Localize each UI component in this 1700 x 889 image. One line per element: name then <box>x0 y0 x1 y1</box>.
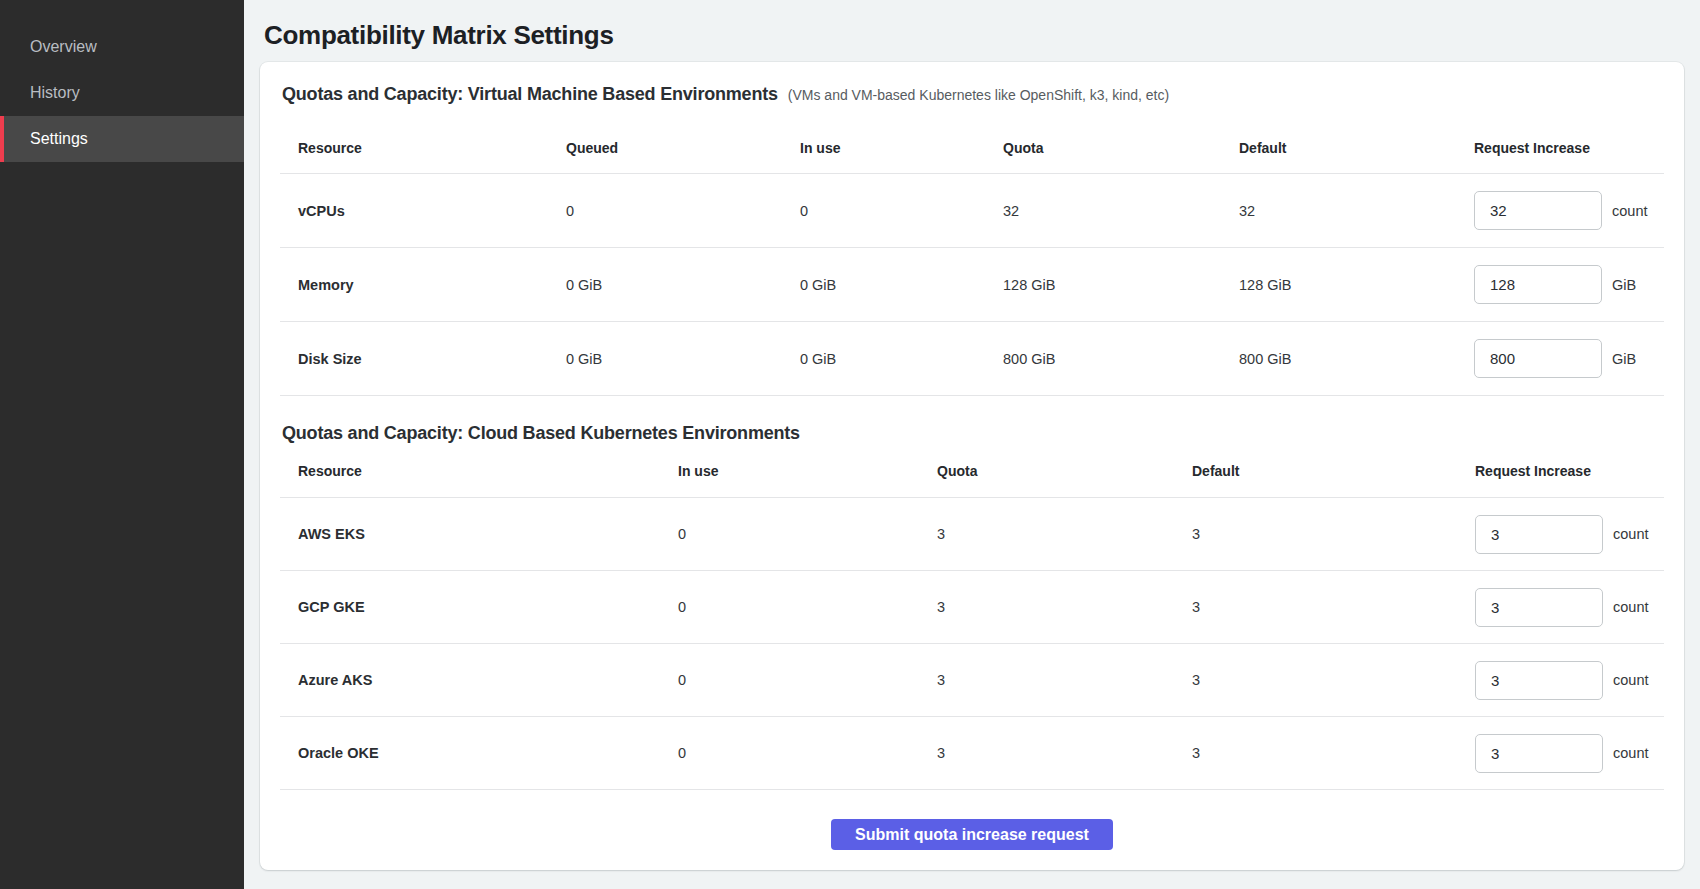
quota-value: 3 <box>937 672 1192 688</box>
cloud-quota-table: Resource In use Quota Default Request In… <box>280 445 1664 790</box>
queued-value: 0 GiB <box>566 277 800 293</box>
in-use-value: 0 <box>678 526 937 542</box>
unit-label: GiB <box>1612 277 1636 293</box>
sidebar-item-label: History <box>30 84 80 102</box>
cloud-table-header-row: Resource In use Quota Default Request In… <box>280 445 1664 498</box>
cloud-section-title: Quotas and Capacity: Cloud Based Kuberne… <box>282 421 800 445</box>
resource-name: Azure AKS <box>280 672 678 688</box>
quota-value: 800 GiB <box>1003 351 1239 367</box>
vm-section-header: Quotas and Capacity: Virtual Machine Bas… <box>282 82 1664 106</box>
column-header-quota: Quota <box>1003 140 1239 156</box>
quota-value: 32 <box>1003 203 1239 219</box>
default-value: 32 <box>1239 203 1474 219</box>
default-value: 128 GiB <box>1239 277 1474 293</box>
request-increase-cell: GiB <box>1474 339 1664 378</box>
default-value: 800 GiB <box>1239 351 1474 367</box>
table-row-aws-eks: AWS EKS 0 3 3 count <box>280 498 1664 571</box>
page-title: Compatibility Matrix Settings <box>264 21 1684 49</box>
column-header-request-increase: Request Increase <box>1474 140 1664 156</box>
request-increase-cell: count <box>1474 191 1664 230</box>
quota-value: 128 GiB <box>1003 277 1239 293</box>
column-header-request-increase: Request Increase <box>1475 463 1664 479</box>
sidebar-item-history[interactable]: History <box>0 70 244 116</box>
unit-label: count <box>1613 745 1648 761</box>
request-increase-cell: count <box>1475 661 1664 700</box>
quota-value: 3 <box>937 526 1192 542</box>
button-row: Submit quota increase request <box>280 790 1664 850</box>
resource-name: vCPUs <box>280 203 566 219</box>
default-value: 3 <box>1192 745 1475 761</box>
sidebar: Overview History Settings <box>0 0 244 889</box>
resource-name: Disk Size <box>280 351 566 367</box>
queued-value: 0 GiB <box>566 351 800 367</box>
unit-label: count <box>1613 526 1648 542</box>
sidebar-item-label: Overview <box>30 38 97 56</box>
vm-section-subtitle: (VMs and VM-based Kubernetes like OpenSh… <box>788 87 1169 103</box>
column-header-queued: Queued <box>566 140 800 156</box>
sidebar-item-settings[interactable]: Settings <box>0 116 244 162</box>
disk-size-request-input[interactable] <box>1474 339 1602 378</box>
quota-value: 3 <box>937 599 1192 615</box>
default-value: 3 <box>1192 526 1475 542</box>
gcp-gke-request-input[interactable] <box>1475 588 1603 627</box>
in-use-value: 0 <box>800 203 1003 219</box>
column-header-resource: Resource <box>280 140 566 156</box>
unit-label: count <box>1613 599 1648 615</box>
in-use-value: 0 GiB <box>800 277 1003 293</box>
main-content: Compatibility Matrix Settings Quotas and… <box>244 0 1700 889</box>
table-row-disk-size: Disk Size 0 GiB 0 GiB 800 GiB 800 GiB Gi… <box>280 322 1664 396</box>
in-use-value: 0 <box>678 672 937 688</box>
column-header-default: Default <box>1239 140 1474 156</box>
request-increase-cell: count <box>1475 734 1664 773</box>
queued-value: 0 <box>566 203 800 219</box>
column-header-in-use: In use <box>800 140 1003 156</box>
default-value: 3 <box>1192 599 1475 615</box>
default-value: 3 <box>1192 672 1475 688</box>
in-use-value: 0 GiB <box>800 351 1003 367</box>
settings-card: Quotas and Capacity: Virtual Machine Bas… <box>260 62 1684 870</box>
resource-name: Memory <box>280 277 566 293</box>
table-row-memory: Memory 0 GiB 0 GiB 128 GiB 128 GiB GiB <box>280 248 1664 322</box>
oracle-oke-request-input[interactable] <box>1475 734 1603 773</box>
resource-name: AWS EKS <box>280 526 678 542</box>
unit-label: count <box>1612 203 1647 219</box>
column-header-quota: Quota <box>937 463 1192 479</box>
table-row-vcpus: vCPUs 0 0 32 32 count <box>280 174 1664 248</box>
vm-table-header-row: Resource Queued In use Quota Default Req… <box>280 122 1664 174</box>
submit-quota-increase-button[interactable]: Submit quota increase request <box>831 819 1113 850</box>
sidebar-item-overview[interactable]: Overview <box>0 24 244 70</box>
column-header-default: Default <box>1192 463 1475 479</box>
table-row-oracle-oke: Oracle OKE 0 3 3 count <box>280 717 1664 790</box>
unit-label: count <box>1613 672 1648 688</box>
request-increase-cell: GiB <box>1474 265 1664 304</box>
resource-name: GCP GKE <box>280 599 678 615</box>
vm-section-title: Quotas and Capacity: Virtual Machine Bas… <box>282 82 778 106</box>
in-use-value: 0 <box>678 745 937 761</box>
column-header-in-use: In use <box>678 463 937 479</box>
azure-aks-request-input[interactable] <box>1475 661 1603 700</box>
table-row-azure-aks: Azure AKS 0 3 3 count <box>280 644 1664 717</box>
active-indicator <box>0 116 4 162</box>
column-header-resource: Resource <box>280 463 678 479</box>
memory-request-input[interactable] <box>1474 265 1602 304</box>
unit-label: GiB <box>1612 351 1636 367</box>
vcpus-request-input[interactable] <box>1474 191 1602 230</box>
request-increase-cell: count <box>1475 588 1664 627</box>
sidebar-item-label: Settings <box>30 130 88 148</box>
aws-eks-request-input[interactable] <box>1475 515 1603 554</box>
quota-value: 3 <box>937 745 1192 761</box>
resource-name: Oracle OKE <box>280 745 678 761</box>
in-use-value: 0 <box>678 599 937 615</box>
table-row-gcp-gke: GCP GKE 0 3 3 count <box>280 571 1664 644</box>
request-increase-cell: count <box>1475 515 1664 554</box>
cloud-section-header: Quotas and Capacity: Cloud Based Kuberne… <box>282 421 1664 445</box>
vm-quota-table: Resource Queued In use Quota Default Req… <box>280 122 1664 396</box>
